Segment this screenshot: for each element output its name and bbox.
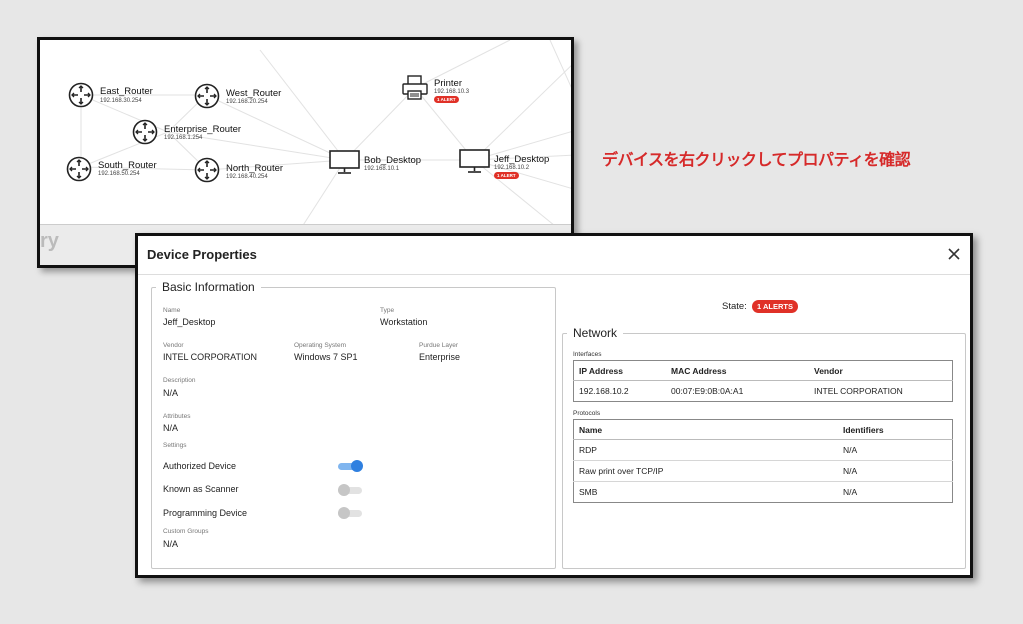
os-value: Windows 7 SP1 xyxy=(294,352,358,362)
column-header: Name xyxy=(573,419,838,440)
programming-device-toggle[interactable] xyxy=(338,507,364,519)
node-name: Enterprise_Router xyxy=(164,124,242,135)
vendor-label: Vendor xyxy=(163,342,184,349)
node-ip: 192.168.1.254 xyxy=(164,135,203,141)
node-ip: 192.168.20.254 xyxy=(226,99,268,105)
authorized-device-label: Authorized Device xyxy=(163,461,237,471)
table-cell: N/A xyxy=(838,439,953,461)
known-as-scanner-toggle[interactable] xyxy=(338,484,364,496)
node-ip: 192.168.50.254 xyxy=(98,171,140,177)
table-cell: SMB xyxy=(573,481,838,503)
table-cell: N/A xyxy=(838,481,953,503)
router-icon xyxy=(132,119,158,145)
custom-groups-label: Custom Groups xyxy=(163,528,209,535)
state-alerts-badge[interactable]: 1 ALERTS xyxy=(752,300,798,313)
attributes-value: N/A xyxy=(163,423,179,433)
attributes-label: Attributes xyxy=(163,413,191,420)
name-value: Jeff_Desktop xyxy=(163,317,216,327)
instruction-annotation: デバイスを右クリックしてプロパティを確認 xyxy=(602,150,911,169)
name-label: Name xyxy=(163,307,181,314)
router-icon xyxy=(68,82,94,108)
basic-information-section: Basic Information Name Jeff_Desktop Type… xyxy=(151,280,556,569)
protocols-table: Name Identifiers RDP N/A Raw print over … xyxy=(573,419,953,503)
close-icon[interactable] xyxy=(944,244,964,264)
router-icon xyxy=(194,157,220,183)
purdue-layer-value: Enterprise xyxy=(419,352,461,362)
node-ip: 192.168.10.3 xyxy=(434,89,470,95)
purdue-layer-label: Purdue Layer xyxy=(419,342,459,349)
node-ip: 192.168.10.1 xyxy=(364,166,400,172)
settings-label: Settings xyxy=(163,442,187,449)
table-row[interactable]: 192.168.10.2 00:07:E9:0B:0A:A1 INTEL COR… xyxy=(573,380,953,402)
protocols-label: Protocols xyxy=(573,410,601,417)
authorized-device-toggle[interactable] xyxy=(338,460,364,472)
desktop-icon xyxy=(329,150,360,174)
node-name: Jeff_Desktop xyxy=(494,154,550,165)
description-label: Description xyxy=(163,377,196,384)
table-row[interactable]: Raw print over TCP/IP N/A xyxy=(573,460,953,482)
printer-icon xyxy=(402,75,428,100)
node-ip: 192.168.40.254 xyxy=(226,174,268,180)
column-header: MAC Address xyxy=(666,360,809,381)
type-value: Workstation xyxy=(380,317,428,327)
column-header: Vendor xyxy=(809,360,953,381)
type-label: Type xyxy=(380,307,395,314)
protocols-header-row: Name Identifiers xyxy=(573,419,953,440)
column-header: IP Address xyxy=(573,360,666,381)
programming-device-label: Programming Device xyxy=(163,508,248,518)
alert-badge: 1 ALERT xyxy=(494,172,519,179)
interfaces-label: Interfaces xyxy=(573,351,602,358)
node-name: Printer xyxy=(434,78,462,89)
desktop-icon xyxy=(459,149,490,173)
state-label: State: xyxy=(722,301,747,312)
alert-badge: 1 ALERT xyxy=(434,96,459,103)
node-name: South_Router xyxy=(98,160,157,171)
custom-groups-value: N/A xyxy=(163,539,179,549)
node-name: East_Router xyxy=(100,86,153,97)
interfaces-header-row: IP Address MAC Address Vendor xyxy=(573,360,953,381)
dialog-header: Device Properties xyxy=(138,236,970,275)
column-header: Identifiers xyxy=(838,419,953,440)
node-name: West_Router xyxy=(226,88,282,99)
basic-information-legend: Basic Information xyxy=(156,280,261,294)
description-value: N/A xyxy=(163,388,179,398)
router-icon xyxy=(66,156,92,182)
footer-partial-text: ry xyxy=(40,230,59,252)
interfaces-table: IP Address MAC Address Vendor 192.168.10… xyxy=(573,360,953,402)
table-cell: RDP xyxy=(573,439,838,461)
table-cell: 192.168.10.2 xyxy=(573,380,666,402)
table-cell: N/A xyxy=(838,460,953,482)
device-properties-dialog: Device Properties Basic Information Name… xyxy=(135,233,973,578)
dialog-title: Device Properties xyxy=(147,247,257,262)
table-row[interactable]: RDP N/A xyxy=(573,439,953,461)
known-as-scanner-label: Known as Scanner xyxy=(163,484,239,494)
vendor-value: INTEL CORPORATION xyxy=(163,352,258,362)
table-row[interactable]: SMB N/A xyxy=(573,481,953,503)
node-name: North_Router xyxy=(226,163,284,174)
network-section: Network Interfaces IP Address MAC Addres… xyxy=(562,326,966,569)
router-icon xyxy=(194,83,220,109)
table-cell: INTEL CORPORATION xyxy=(809,380,953,402)
node-name: Bob_Desktop xyxy=(364,155,422,166)
os-label: Operating System xyxy=(294,342,347,349)
node-ip: 192.168.10.2 xyxy=(494,165,530,171)
network-legend: Network xyxy=(567,326,624,340)
table-cell: 00:07:E9:0B:0A:A1 xyxy=(666,380,809,402)
table-cell: Raw print over TCP/IP xyxy=(573,460,838,482)
node-ip: 192.168.30.254 xyxy=(100,98,142,104)
